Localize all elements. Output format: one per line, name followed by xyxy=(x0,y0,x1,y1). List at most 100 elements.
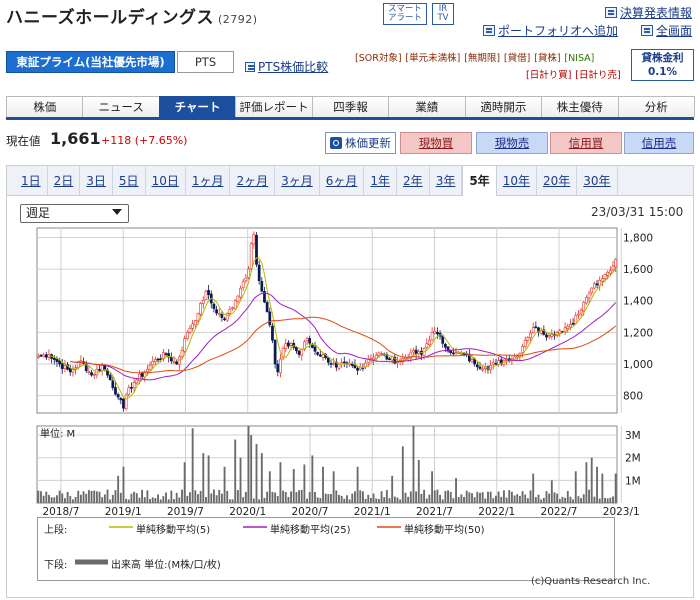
volume-bar xyxy=(423,489,426,503)
volume-bar xyxy=(292,469,295,503)
volume-tick-label: 3M xyxy=(625,430,641,442)
candle-body xyxy=(124,394,128,410)
volume-bar xyxy=(590,457,593,503)
volume-bar xyxy=(284,491,287,503)
volume-bar xyxy=(319,498,322,503)
candle-body xyxy=(199,303,202,315)
volume-bar xyxy=(268,471,271,503)
volume-bar xyxy=(90,490,93,503)
candle-body xyxy=(475,364,479,368)
candle-body xyxy=(271,325,274,341)
candle-body xyxy=(566,326,570,329)
volume-bar xyxy=(87,490,90,503)
candle-body xyxy=(412,349,415,353)
candle-body xyxy=(444,343,447,348)
volume-bar xyxy=(199,491,202,503)
candle-body xyxy=(494,363,498,365)
volume-bar xyxy=(247,426,250,503)
volume-tick-label: 2M xyxy=(625,453,641,465)
candle-body xyxy=(454,351,458,354)
candle-body xyxy=(295,346,298,352)
candle-body xyxy=(63,365,67,369)
volume-bar xyxy=(202,453,205,503)
candle-body xyxy=(585,297,588,304)
candle-body xyxy=(52,357,56,360)
candle-body xyxy=(478,366,482,369)
volume-bar xyxy=(614,473,617,503)
volume-bar xyxy=(471,493,473,503)
volume-bar xyxy=(375,498,378,503)
candle-body xyxy=(135,379,139,384)
volume-bar xyxy=(79,494,82,503)
volume-bar xyxy=(82,491,85,503)
candle-body xyxy=(284,343,288,349)
candle-body xyxy=(337,363,341,369)
volume-bar xyxy=(279,462,282,503)
volume-bar xyxy=(439,494,442,503)
volume-bar xyxy=(37,490,40,503)
volume-bar xyxy=(566,491,569,503)
candle-body xyxy=(297,350,301,355)
candle-body xyxy=(329,363,333,365)
candle-body xyxy=(558,330,562,334)
price-tick-label: 1,200 xyxy=(623,327,653,339)
candle-body xyxy=(39,354,43,357)
candle-body xyxy=(436,331,439,335)
volume-bar xyxy=(572,499,575,503)
volume-bar xyxy=(508,490,511,503)
candle-body xyxy=(239,288,242,298)
candle-body xyxy=(430,332,434,341)
candle-body xyxy=(233,300,237,310)
candle-body xyxy=(452,352,455,355)
volume-bar xyxy=(476,491,479,503)
candle-body xyxy=(316,352,320,355)
stock-chart[interactable]: 8001,0001,2001,4001,6001,8001M2M3M単位: M2… xyxy=(0,0,700,600)
volume-bar xyxy=(598,498,601,503)
volume-bar xyxy=(95,491,98,503)
volume-bar xyxy=(255,444,258,503)
volume-bar xyxy=(582,494,585,503)
volume-bar xyxy=(263,497,266,503)
volume-bar xyxy=(194,490,197,503)
candle-body xyxy=(321,354,325,358)
volume-bar xyxy=(561,496,564,503)
volume-bar xyxy=(244,491,247,503)
volume-bar xyxy=(404,492,407,503)
volume-bar xyxy=(234,439,237,503)
volume-bar xyxy=(564,497,567,503)
candle-body xyxy=(172,361,176,363)
volume-bar xyxy=(175,492,178,503)
candle-body xyxy=(569,324,572,328)
candle-body xyxy=(606,271,610,276)
volume-bar xyxy=(170,490,173,503)
candle-body xyxy=(177,356,181,365)
candle-body xyxy=(58,360,61,365)
volume-bar xyxy=(117,475,120,503)
candle-body xyxy=(156,358,160,361)
volume-bar xyxy=(220,493,223,503)
candle-body xyxy=(276,363,280,373)
candle-body xyxy=(603,274,607,279)
volume-bar xyxy=(495,495,497,503)
volume-bar xyxy=(433,490,436,503)
volume-bar xyxy=(577,496,580,503)
volume-bar xyxy=(356,466,359,503)
volume-bar xyxy=(441,499,444,503)
candle-body xyxy=(220,314,224,318)
legend-ma50: 単純移動平均(50) xyxy=(404,525,485,536)
volume-bar xyxy=(580,498,583,503)
volume-bar xyxy=(409,491,412,503)
candle-body xyxy=(122,398,125,409)
volume-bar xyxy=(465,490,468,503)
volume-bar xyxy=(173,499,175,503)
volume-bar xyxy=(250,435,253,503)
candle-body xyxy=(55,358,59,362)
volume-bar xyxy=(271,491,274,503)
candle-body xyxy=(414,349,418,355)
candle-body xyxy=(217,313,221,315)
candle-body xyxy=(372,357,375,360)
price-tick-label: 1,400 xyxy=(623,296,653,308)
volume-bar xyxy=(455,478,457,503)
candle-body xyxy=(539,330,543,334)
volume-bar xyxy=(401,446,404,503)
